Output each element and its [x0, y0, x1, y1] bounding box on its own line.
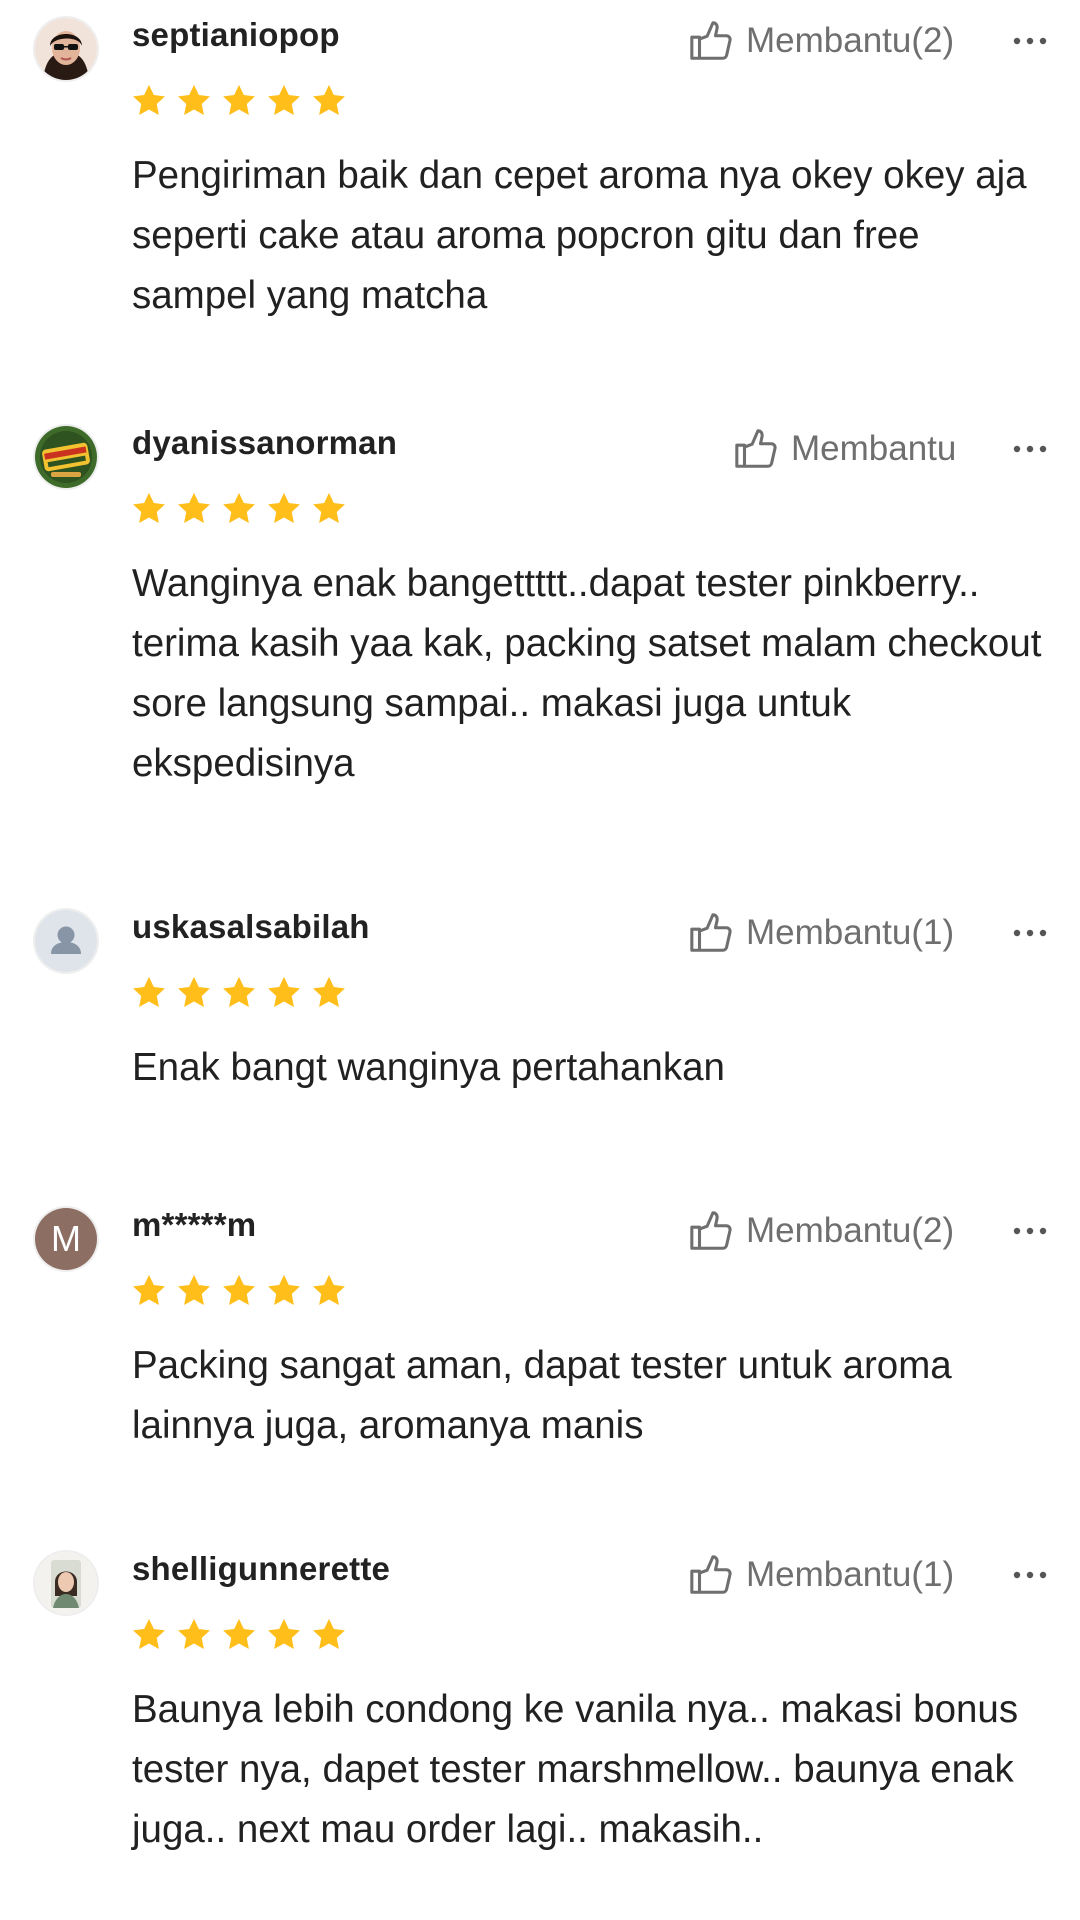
star-icon	[220, 490, 258, 528]
review-text: Packing sangat aman, dapat tester untuk …	[132, 1344, 952, 1447]
star-icon	[220, 1616, 258, 1654]
helpful-label: Membantu(1)	[746, 913, 955, 952]
user-avatar[interactable]	[35, 18, 97, 80]
avatar-letter: M	[51, 1218, 81, 1259]
helpful-button[interactable]: Membantu(2)	[688, 1208, 954, 1254]
thumb-up-outline-icon	[688, 910, 734, 956]
more-horizontal-icon[interactable]	[1012, 1569, 1048, 1581]
helpful-label: Membantu(2)	[746, 21, 955, 60]
review-text: Pengiriman baik dan cepet aroma nya okey…	[132, 154, 1027, 317]
thumb-up-outline-icon	[688, 1552, 734, 1598]
helpful-button[interactable]: Membantu(2)	[688, 18, 954, 64]
username[interactable]: shelligunnerette	[132, 1550, 390, 1588]
helpful-label: Membantu(1)	[746, 1555, 955, 1594]
more-horizontal-icon[interactable]	[1012, 1225, 1048, 1237]
user-avatar[interactable]	[35, 1552, 97, 1614]
thumb-up-outline-icon	[733, 426, 779, 472]
star-icon	[310, 1616, 348, 1654]
star-icon	[130, 82, 168, 120]
user-avatar[interactable]	[35, 426, 97, 488]
star-rating	[130, 1616, 355, 1654]
star-icon	[265, 1272, 303, 1310]
star-icon	[220, 82, 258, 120]
star-icon	[220, 974, 258, 1012]
helpful-label: Membantu(2)	[746, 1211, 955, 1250]
star-icon	[265, 82, 303, 120]
star-rating	[130, 1272, 355, 1310]
star-icon	[175, 490, 213, 528]
thumb-up-outline-icon	[688, 18, 734, 64]
star-rating	[130, 82, 355, 120]
star-icon	[175, 974, 213, 1012]
star-icon	[265, 1616, 303, 1654]
username[interactable]: septianiopop	[132, 16, 340, 54]
more-horizontal-icon[interactable]	[1012, 35, 1048, 47]
star-rating	[130, 974, 355, 1012]
helpful-button[interactable]: Membantu(1)	[688, 1552, 954, 1598]
star-icon	[175, 1616, 213, 1654]
star-icon	[130, 974, 168, 1012]
star-icon	[265, 974, 303, 1012]
username[interactable]: dyanissanorman	[132, 424, 397, 462]
letter-avatar[interactable]: M	[35, 1208, 97, 1270]
more-horizontal-icon[interactable]	[1012, 927, 1048, 939]
star-rating	[130, 490, 355, 528]
thumb-up-outline-icon	[688, 1208, 734, 1254]
more-horizontal-icon[interactable]	[1012, 443, 1048, 455]
review-text: Wanginya enak bangettttt..dapat tester p…	[132, 562, 1042, 785]
star-icon	[220, 1272, 258, 1310]
review-text: Enak bangt wanginya pertahankan	[132, 1046, 725, 1089]
default-user-icon[interactable]	[35, 910, 97, 972]
star-icon	[175, 82, 213, 120]
star-icon	[310, 1272, 348, 1310]
helpful-label: Membantu	[791, 429, 957, 468]
star-icon	[310, 490, 348, 528]
review-text: Baunya lebih condong ke vanila nya.. mak…	[132, 1688, 1019, 1851]
star-icon	[130, 490, 168, 528]
star-icon	[130, 1272, 168, 1310]
star-icon	[130, 1616, 168, 1654]
username[interactable]: m*****m	[132, 1206, 256, 1244]
helpful-button[interactable]: Membantu(1)	[688, 910, 954, 956]
star-icon	[310, 974, 348, 1012]
helpful-button[interactable]: Membantu	[733, 426, 956, 472]
star-icon	[265, 490, 303, 528]
star-icon	[310, 82, 348, 120]
star-icon	[175, 1272, 213, 1310]
username[interactable]: uskasalsabilah	[132, 908, 370, 946]
